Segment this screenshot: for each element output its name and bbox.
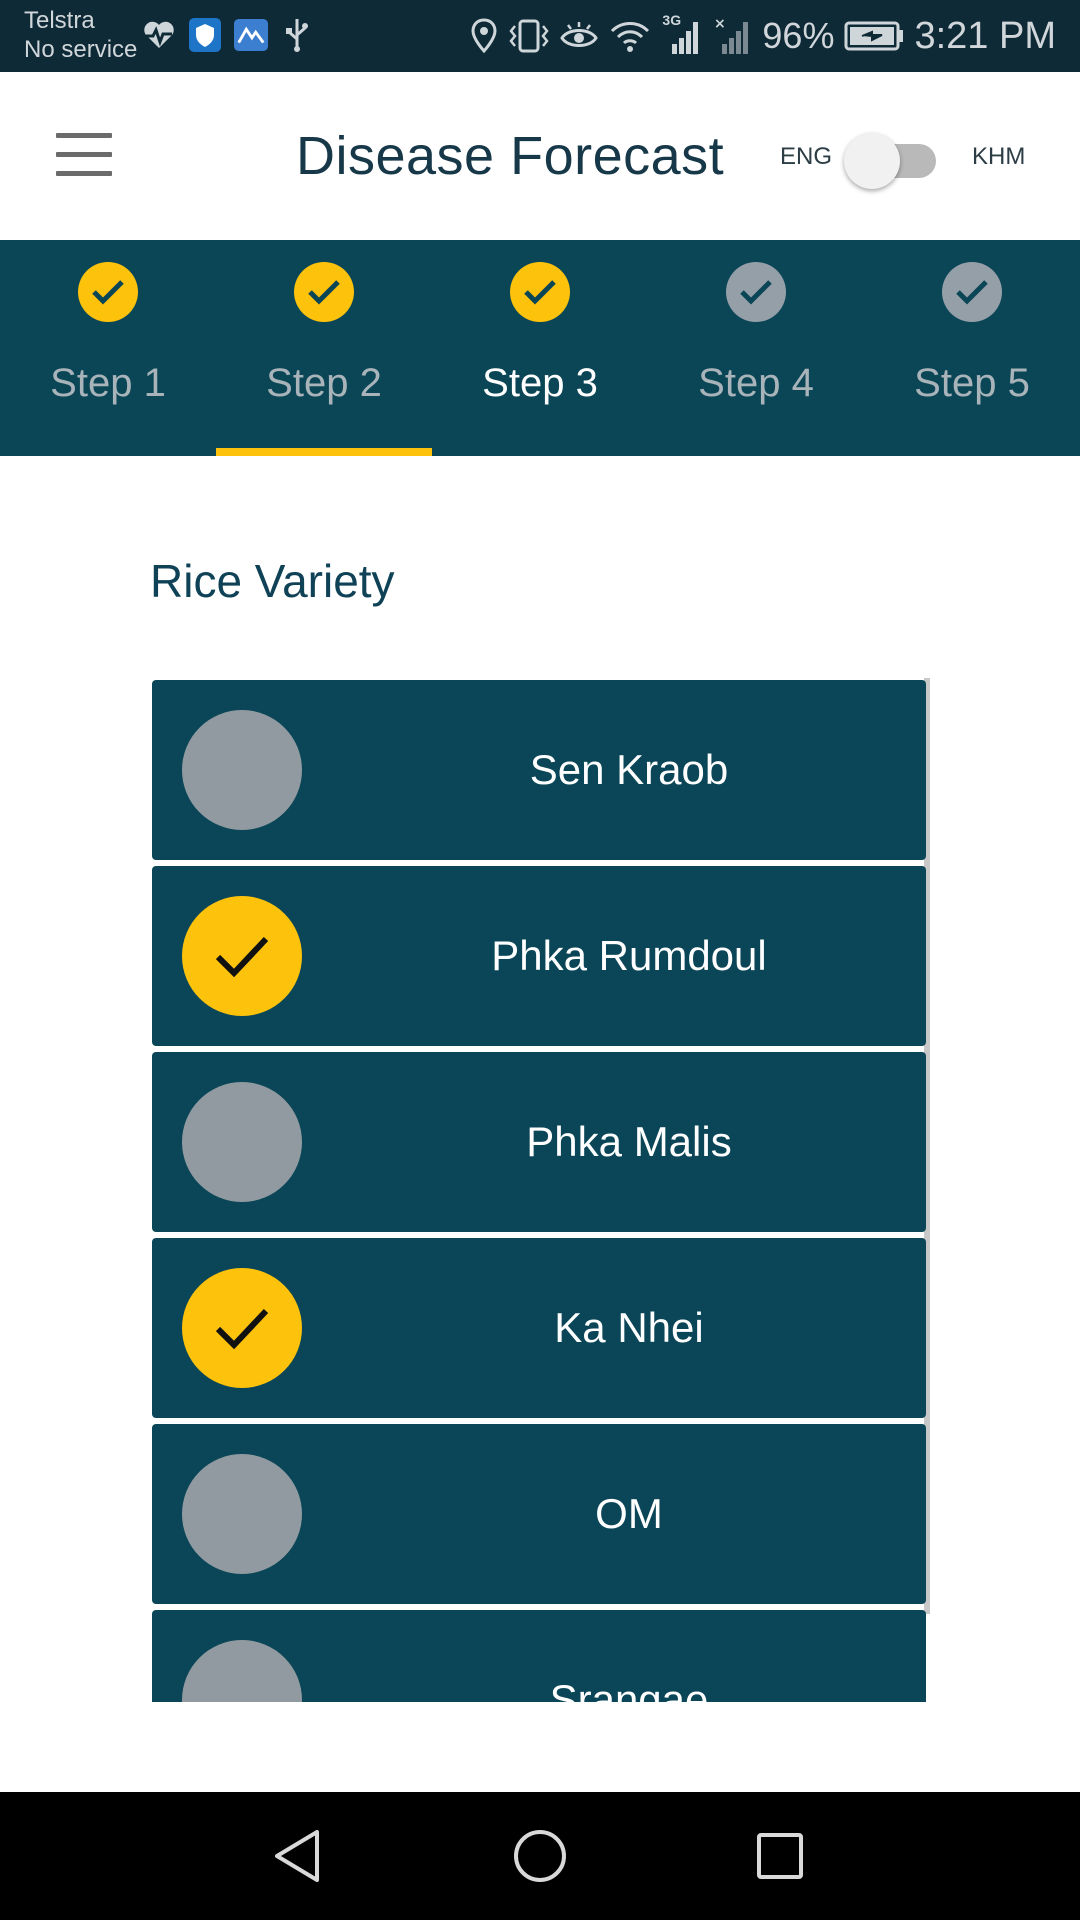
- clock: 3:21 PM: [914, 15, 1056, 57]
- eye-icon: [560, 22, 599, 47]
- check-icon: [215, 1308, 269, 1350]
- menu-icon-bar: [56, 170, 112, 176]
- step-4-tab[interactable]: Step 4: [648, 240, 864, 456]
- check-icon: [215, 936, 269, 978]
- usb-icon: [280, 18, 314, 52]
- check-icon: [78, 262, 138, 322]
- recents-button[interactable]: [740, 1818, 820, 1894]
- recents-icon: [757, 1833, 803, 1879]
- section-title: Rice Variety: [150, 555, 395, 607]
- battery-charging-icon: [844, 21, 904, 51]
- navigation-bar: [0, 1792, 1080, 1920]
- menu-button[interactable]: [44, 122, 124, 186]
- heartbeat-icon: [142, 18, 176, 52]
- unselected-radio[interactable]: [182, 710, 302, 830]
- vibrate-icon: [509, 19, 550, 53]
- system-indicators: 3G × 96% 3:21 PM: [470, 10, 1056, 62]
- home-icon: [514, 1830, 566, 1882]
- variety-name: Srangae: [549, 1676, 709, 1702]
- service-status: No service: [24, 36, 138, 63]
- variety-name: Sen Kraob: [529, 746, 729, 793]
- variety-name: Phka Rumdoul: [491, 932, 767, 979]
- language-toggle[interactable]: [844, 126, 940, 189]
- language-label-khm: KHM: [972, 143, 1026, 170]
- selected-radio[interactable]: [182, 1268, 302, 1388]
- variety-list: Sen Kraob Phka Rumdoul Phka Malis Ka Nhei OM…: [152, 680, 928, 1702]
- signal-no-service-icon: ×: [714, 16, 749, 54]
- step-5-tab[interactable]: Step 5: [864, 240, 1080, 456]
- app-screen: Telstra No service 3G × 96% 3:21 PM Dise…: [0, 0, 1080, 1920]
- back-button[interactable]: [258, 1818, 338, 1894]
- menu-icon-bar: [56, 132, 112, 138]
- step-label: Step 3: [482, 361, 598, 405]
- stepper: Step 1 Step 2 Step 3 Step 4 Step 5: [0, 240, 1080, 456]
- wifi-icon: [611, 22, 650, 52]
- step-2-tab[interactable]: Step 2: [216, 240, 432, 456]
- status-bar: Telstra No service 3G × 96% 3:21 PM: [0, 0, 1080, 72]
- variety-option[interactable]: Phka Malis: [152, 1052, 926, 1232]
- location-icon: [471, 18, 497, 54]
- back-icon: [275, 1830, 319, 1882]
- variety-name: Phka Malis: [526, 1118, 732, 1165]
- page-title: Disease Forecast: [296, 126, 725, 186]
- variety-option[interactable]: Ka Nhei: [152, 1238, 926, 1418]
- unselected-radio[interactable]: [182, 1082, 302, 1202]
- svg-text:×: ×: [714, 16, 726, 32]
- variety-option[interactable]: Phka Rumdoul: [152, 866, 926, 1046]
- variety-name: OM: [595, 1490, 663, 1537]
- language-label-eng: ENG: [780, 143, 833, 170]
- carrier-info: Telstra No service: [24, 6, 137, 64]
- menu-icon-bar: [56, 151, 112, 157]
- step-3-tab[interactable]: Step 3: [432, 240, 648, 456]
- active-step-indicator: [216, 448, 432, 456]
- shield-icon: [188, 18, 222, 52]
- variety-option[interactable]: Sen Kraob: [152, 680, 926, 860]
- step-label: Step 5: [914, 361, 1030, 405]
- variety-option[interactable]: Srangae: [152, 1610, 926, 1702]
- step-1-tab[interactable]: Step 1: [0, 240, 216, 456]
- unselected-radio[interactable]: [182, 1640, 302, 1702]
- variety-option[interactable]: OM: [152, 1424, 926, 1604]
- check-icon: [942, 262, 1002, 322]
- home-button[interactable]: [500, 1818, 580, 1894]
- toggle-thumb: [844, 133, 900, 189]
- variety-name: Ka Nhei: [554, 1304, 704, 1351]
- battery-percent: 96%: [762, 15, 835, 56]
- notification-icons: [142, 18, 314, 52]
- check-icon: [726, 262, 786, 322]
- signal-icon: 3G: [662, 12, 702, 56]
- selected-radio[interactable]: [182, 896, 302, 1016]
- carrier-name: Telstra: [24, 7, 95, 34]
- mountain-app-icon: [234, 18, 268, 52]
- check-icon: [510, 262, 570, 322]
- check-icon: [294, 262, 354, 322]
- step-label: Step 4: [698, 361, 814, 405]
- unselected-radio[interactable]: [182, 1454, 302, 1574]
- app-bar: Disease Forecast ENG KHM: [0, 72, 1080, 240]
- step-label: Step 1: [50, 361, 166, 405]
- step-label: Step 2: [266, 361, 382, 405]
